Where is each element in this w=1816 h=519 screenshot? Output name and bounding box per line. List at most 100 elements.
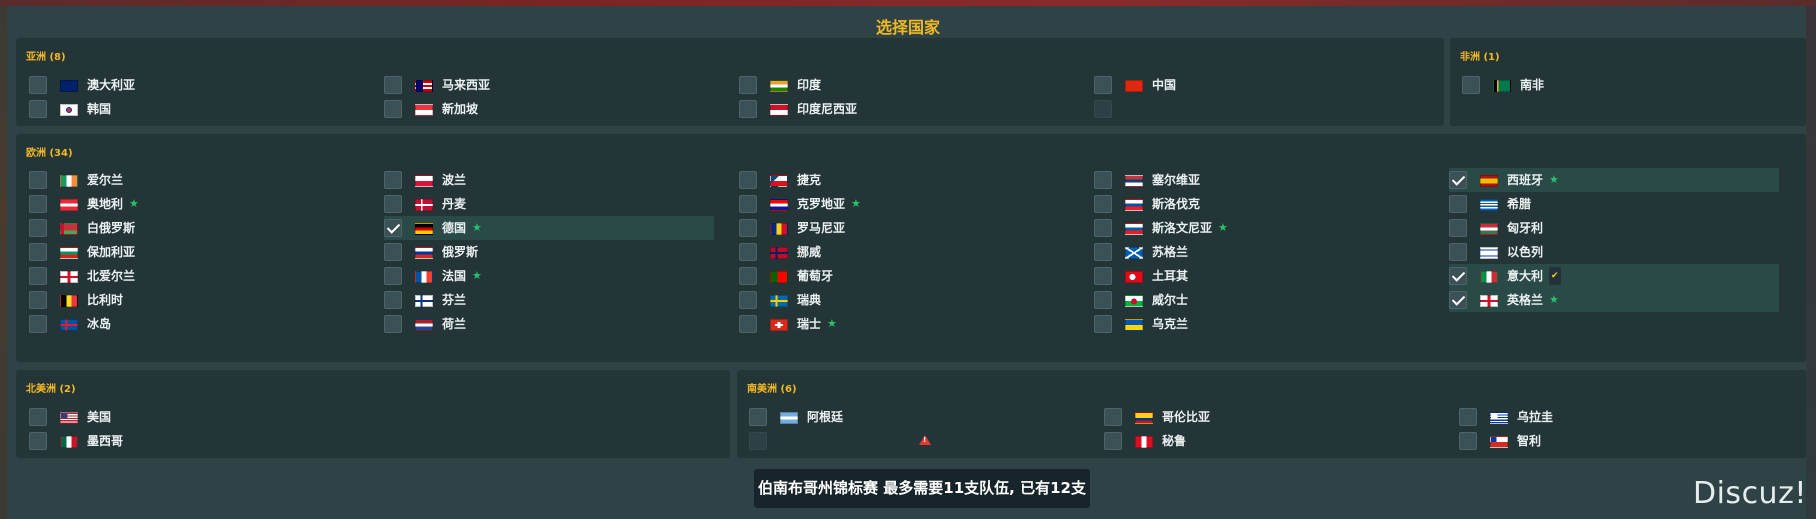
country-item[interactable]: 印度 [739, 73, 1064, 97]
checkbox[interactable] [739, 171, 757, 189]
country-item[interactable]: 澳大利亚 [29, 73, 354, 97]
checkbox[interactable] [1459, 432, 1477, 450]
checkbox[interactable] [29, 315, 47, 333]
checkbox[interactable] [739, 267, 757, 285]
country-item[interactable]: 西班牙 ★ [1449, 168, 1779, 192]
checkbox[interactable] [1104, 408, 1122, 426]
checkbox[interactable] [1094, 267, 1112, 285]
checkbox[interactable] [384, 171, 402, 189]
checkbox[interactable] [384, 315, 402, 333]
country-item[interactable]: 比利时 [29, 288, 354, 312]
checkbox[interactable] [1094, 315, 1112, 333]
checkbox[interactable] [29, 195, 47, 213]
checkbox[interactable] [1094, 219, 1112, 237]
country-item[interactable]: 斯洛伐克 [1094, 192, 1419, 216]
country-item[interactable]: 奥地利 ★ [29, 192, 354, 216]
checkbox[interactable] [29, 291, 47, 309]
country-name: 瑞士 ★ [797, 315, 837, 333]
checkbox[interactable] [1094, 195, 1112, 213]
country-item[interactable]: 爱尔兰 [29, 168, 354, 192]
checkbox[interactable] [739, 243, 757, 261]
country-item[interactable]: 保加利亚 [29, 240, 354, 264]
checkbox[interactable] [29, 243, 47, 261]
checkbox[interactable] [1094, 171, 1112, 189]
checkbox[interactable] [384, 76, 402, 94]
checkbox[interactable] [1462, 76, 1480, 94]
country-item[interactable]: 冰岛 [29, 312, 354, 336]
country-item[interactable]: 北爱尔兰 [29, 264, 354, 288]
country-item[interactable]: 挪威 [739, 240, 1064, 264]
checkbox[interactable] [739, 291, 757, 309]
country-item[interactable]: 马来西亚 [384, 73, 709, 97]
checkbox[interactable] [29, 100, 47, 118]
country-item[interactable]: 英格兰 ★ [1449, 288, 1779, 312]
country-item[interactable]: 以色列 [1449, 240, 1774, 264]
country-item[interactable]: 丹麦 [384, 192, 709, 216]
country-item[interactable]: 墨西哥 [29, 429, 354, 453]
checkbox[interactable] [739, 76, 757, 94]
checkbox[interactable] [384, 267, 402, 285]
country-item[interactable]: 俄罗斯 [384, 240, 709, 264]
country-item[interactable]: 意大利 ✔ [1449, 264, 1779, 288]
country-item[interactable]: 韩国 [29, 97, 354, 121]
checkbox[interactable] [1459, 408, 1477, 426]
checkbox[interactable] [29, 171, 47, 189]
checkbox[interactable] [1449, 195, 1467, 213]
checkbox[interactable] [1104, 432, 1122, 450]
checkbox[interactable] [1449, 243, 1467, 261]
country-item[interactable]: 法国 ★ [384, 264, 709, 288]
checkbox[interactable] [749, 408, 767, 426]
checkbox[interactable] [384, 243, 402, 261]
checkbox-checked[interactable] [1449, 267, 1467, 285]
checkbox-checked[interactable] [1449, 291, 1467, 309]
country-item[interactable]: 葡萄牙 [739, 264, 1064, 288]
checkbox[interactable] [29, 219, 47, 237]
country-item[interactable]: 新加坡 [384, 97, 709, 121]
country-item[interactable]: 斯洛文尼亚 ★ [1094, 216, 1419, 240]
country-item[interactable]: 德国 ★ [384, 216, 714, 240]
checkbox[interactable] [1094, 76, 1112, 94]
country-item[interactable]: 土耳其 [1094, 264, 1419, 288]
country-name-text: 波兰 [442, 173, 467, 187]
checkbox[interactable] [1094, 243, 1112, 261]
country-item[interactable]: 南非 [1462, 73, 1787, 97]
checkbox[interactable] [384, 100, 402, 118]
checkbox[interactable] [1094, 291, 1112, 309]
country-item[interactable]: 中国 [1094, 73, 1419, 97]
country-item[interactable]: 瑞典 [739, 288, 1064, 312]
country-item[interactable]: 捷克 [739, 168, 1064, 192]
country-item[interactable]: 乌克兰 [1094, 312, 1419, 336]
country-item[interactable]: 塞尔维亚 [1094, 168, 1419, 192]
checkbox[interactable] [384, 291, 402, 309]
checkbox[interactable] [384, 195, 402, 213]
country-item[interactable]: 希腊 [1449, 192, 1774, 216]
country-item[interactable]: 罗马尼亚 [739, 216, 1064, 240]
country-item[interactable]: 苏格兰 [1094, 240, 1419, 264]
country-item[interactable]: 威尔士 [1094, 288, 1419, 312]
country-item[interactable]: 智利 [1459, 429, 1784, 453]
country-item[interactable]: 阿根廷 [749, 405, 1074, 429]
country-item[interactable]: 瑞士 ★ [739, 312, 1064, 336]
country-item[interactable]: 印度尼西亚 [739, 97, 1064, 121]
country-item[interactable]: 白俄罗斯 [29, 216, 354, 240]
country-item[interactable]: 荷兰 [384, 312, 709, 336]
country-item[interactable]: 乌拉圭 [1459, 405, 1784, 429]
checkbox[interactable] [29, 267, 47, 285]
country-item[interactable]: 匈牙利 [1449, 216, 1774, 240]
checkbox[interactable] [29, 76, 47, 94]
country-item[interactable]: 波兰 [384, 168, 709, 192]
country-item[interactable]: 芬兰 [384, 288, 709, 312]
country-item[interactable]: 哥伦比亚 [1104, 405, 1429, 429]
checkbox-checked[interactable] [1449, 171, 1467, 189]
checkbox[interactable] [739, 315, 757, 333]
checkbox[interactable] [739, 100, 757, 118]
checkbox-checked[interactable] [384, 219, 402, 237]
country-item[interactable]: 克罗地亚 ★ [739, 192, 1064, 216]
checkbox[interactable] [29, 408, 47, 426]
country-item[interactable]: 秘鲁 [1104, 429, 1429, 453]
checkbox[interactable] [1449, 219, 1467, 237]
checkbox[interactable] [29, 432, 47, 450]
checkbox[interactable] [739, 219, 757, 237]
country-item[interactable]: 美国 [29, 405, 354, 429]
checkbox[interactable] [739, 195, 757, 213]
